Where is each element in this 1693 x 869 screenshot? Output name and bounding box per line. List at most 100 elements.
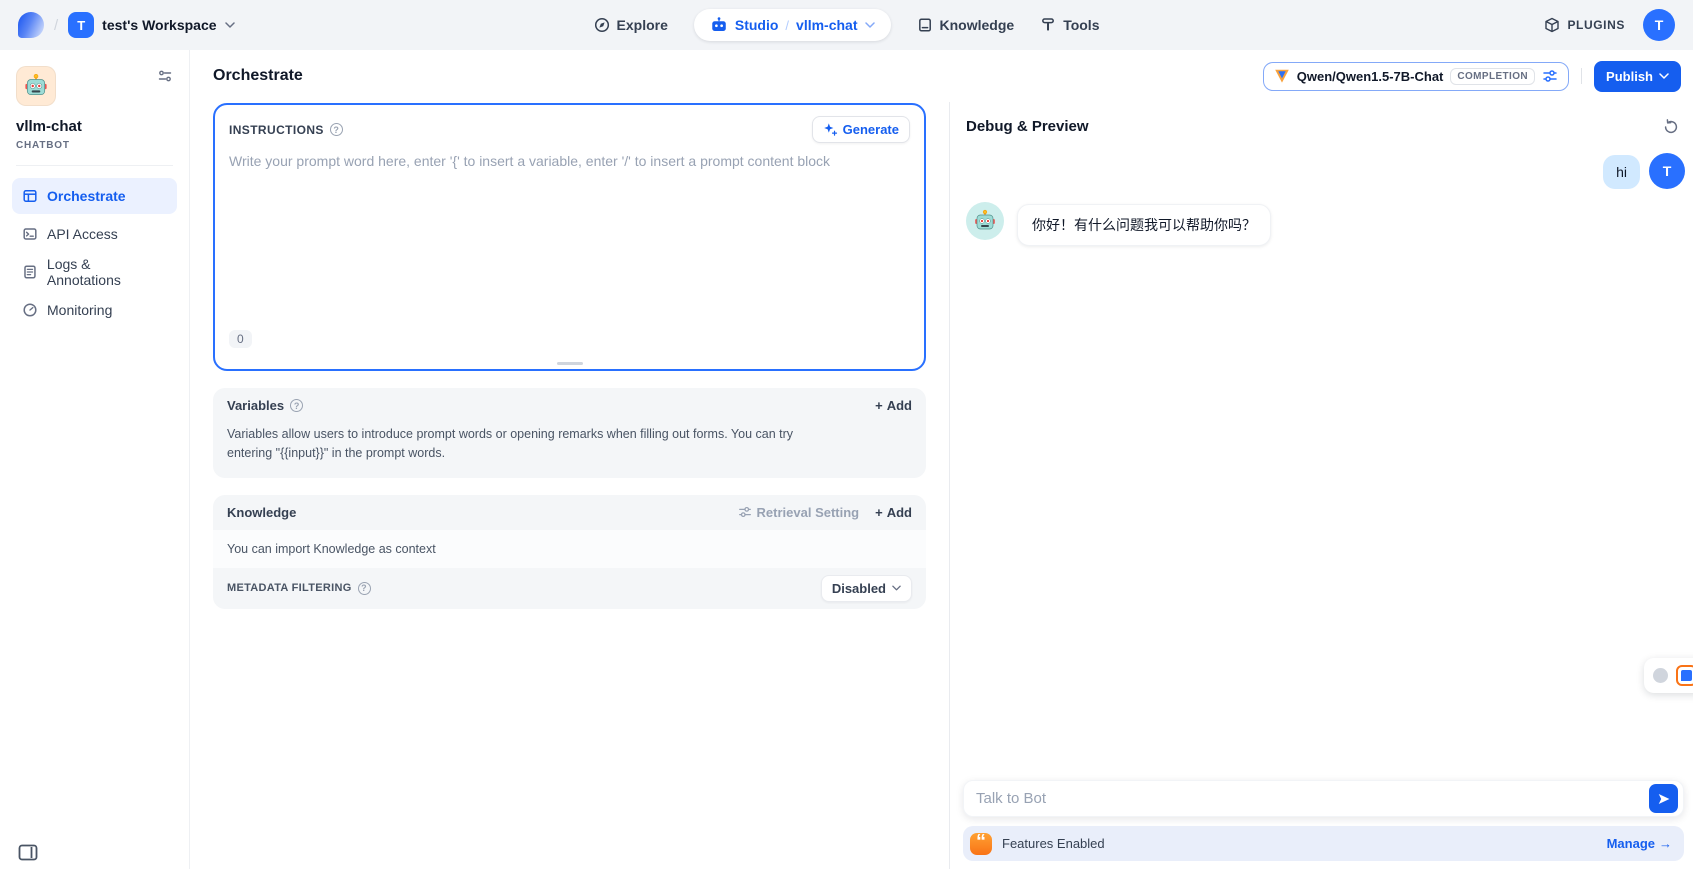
dify-logo[interactable] — [18, 12, 44, 38]
robot-icon — [23, 73, 49, 99]
nav-knowledge-label: Knowledge — [940, 17, 1015, 33]
retrieval-setting-button[interactable]: Retrieval Setting — [738, 505, 860, 520]
chat-input-box — [963, 780, 1684, 817]
cube-icon — [1544, 17, 1560, 33]
header-divider — [1581, 68, 1582, 84]
plugins-label: PLUGINS — [1567, 18, 1625, 32]
knowledge-icon — [917, 17, 933, 33]
app-settings-icon[interactable] — [157, 66, 173, 84]
model-name: Qwen/Qwen1.5-7B-Chat — [1297, 69, 1444, 84]
workspace-name: test's Workspace — [102, 17, 216, 33]
floating-widget[interactable] — [1644, 658, 1693, 693]
main-area: Orchestrate Qwen/Qwen1.5-7B-Chat COMPLET… — [190, 50, 1693, 869]
sidebar-item-label: Logs & Annotations — [47, 256, 167, 288]
sidebar-divider — [16, 165, 173, 166]
explore-icon — [594, 17, 610, 33]
bot-message-bubble: 你好！有什么问题我可以帮助你吗？ — [1017, 204, 1271, 246]
nav-knowledge[interactable]: Knowledge — [917, 17, 1015, 33]
document-icon — [22, 264, 38, 280]
metadata-filtering-select[interactable]: Disabled — [821, 575, 912, 602]
retrieval-setting-label: Retrieval Setting — [757, 505, 860, 520]
robot-icon — [973, 209, 997, 233]
add-variable-label: Add — [887, 398, 912, 413]
workspace-selector[interactable]: T test's Workspace — [68, 12, 234, 38]
restart-conversation-icon[interactable] — [1663, 119, 1679, 135]
terminal-icon — [22, 226, 38, 242]
collapse-panel-icon — [18, 844, 38, 861]
tools-icon — [1040, 17, 1056, 33]
app-icon[interactable] — [16, 66, 56, 106]
knowledge-title: Knowledge — [227, 505, 296, 520]
features-label: Features Enabled — [1002, 836, 1105, 851]
collapse-sidebar-button[interactable] — [18, 844, 38, 861]
clipped-widget-icon — [1676, 665, 1693, 686]
variables-title: Variables — [227, 398, 284, 413]
send-icon — [1657, 792, 1671, 806]
help-icon[interactable]: ? — [330, 123, 343, 136]
user-message-bubble: hi — [1603, 155, 1640, 189]
topbar: / T test's Workspace Explore Studio / — [0, 0, 1693, 50]
breadcrumb-separator: / — [54, 17, 58, 34]
orchestrate-column: INSTRUCTIONS ? Generate 0 — [190, 102, 950, 869]
user-message-avatar: T — [1649, 153, 1685, 189]
help-icon[interactable]: ? — [358, 582, 371, 595]
plugins-button[interactable]: PLUGINS — [1544, 17, 1625, 33]
variables-panel: Variables ? + Add Variables allow users … — [213, 388, 926, 478]
knowledge-panel: Knowledge Retrieval Setting + Add You ca… — [213, 495, 926, 609]
sidebar-item-label: API Access — [47, 226, 118, 242]
metadata-filtering-title: METADATA FILTERING — [227, 582, 352, 594]
add-variable-button[interactable]: + Add — [875, 398, 912, 413]
topbar-right: PLUGINS T — [1544, 9, 1675, 41]
topbar-left: / T test's Workspace — [18, 12, 235, 38]
app-sidebar: vllm-chat CHATBOT Orchestrate API Access — [0, 50, 190, 869]
generate-button[interactable]: Generate — [812, 116, 910, 143]
chat-input[interactable] — [976, 790, 1649, 807]
retrieval-settings-icon — [738, 505, 752, 519]
sidebar-item-label: Orchestrate — [47, 188, 126, 204]
model-mode-badge: COMPLETION — [1450, 68, 1535, 85]
topbar-nav: Explore Studio / vllm-chat Knowledge — [594, 0, 1100, 50]
user-avatar[interactable]: T — [1643, 9, 1675, 41]
add-knowledge-button[interactable]: + Add — [875, 505, 912, 520]
sidebar-item-api-access[interactable]: API Access — [12, 216, 177, 252]
chevron-down-icon — [865, 22, 875, 28]
resize-handle[interactable] — [557, 362, 583, 365]
page-title: Orchestrate — [213, 67, 303, 85]
sidebar-item-orchestrate[interactable]: Orchestrate — [12, 178, 177, 214]
manage-label: Manage — [1607, 836, 1655, 851]
prompt-textarea[interactable] — [229, 153, 910, 325]
features-icon: “ — [970, 833, 992, 855]
model-settings-icon[interactable] — [1542, 68, 1558, 84]
sparkle-icon — [823, 122, 838, 137]
variables-description: Variables allow users to introduce promp… — [213, 423, 853, 478]
generate-label: Generate — [843, 122, 899, 137]
sidebar-item-label: Monitoring — [47, 302, 112, 318]
send-button[interactable] — [1649, 784, 1678, 813]
sidebar-item-logs-annotations[interactable]: Logs & Annotations — [12, 254, 177, 290]
nav-app-label: vllm-chat — [796, 17, 857, 33]
sidebar-nav: Orchestrate API Access Logs & Annotation… — [0, 178, 189, 328]
sidebar-item-monitoring[interactable]: Monitoring — [12, 292, 177, 328]
robot-icon — [710, 16, 728, 34]
model-selector[interactable]: Qwen/Qwen1.5-7B-Chat COMPLETION — [1263, 62, 1569, 91]
help-icon[interactable]: ? — [290, 399, 303, 412]
gauge-icon — [22, 302, 38, 318]
plus-icon: + — [875, 398, 883, 413]
user-message-row: hi T — [966, 153, 1685, 189]
metadata-filtering-row: METADATA FILTERING ? Disabled — [213, 568, 926, 609]
manage-features-link[interactable]: Manage → — [1607, 836, 1672, 851]
nav-explore-label: Explore — [617, 17, 668, 33]
nav-separator: / — [785, 18, 789, 33]
plus-icon: + — [875, 505, 883, 520]
nav-tools[interactable]: Tools — [1040, 17, 1099, 33]
nav-studio-label: Studio — [735, 17, 779, 33]
main-header: Orchestrate Qwen/Qwen1.5-7B-Chat COMPLET… — [190, 50, 1693, 102]
publish-button[interactable]: Publish — [1594, 61, 1681, 92]
bot-message-avatar — [966, 202, 1004, 240]
workspace-avatar: T — [68, 12, 94, 38]
publish-label: Publish — [1606, 69, 1653, 84]
nav-explore[interactable]: Explore — [594, 17, 668, 33]
nav-studio-group[interactable]: Studio / vllm-chat — [694, 9, 891, 41]
features-bar: “ Features Enabled Manage → — [963, 826, 1684, 861]
chat-messages: hi T 你好！有什么问题我可以帮助你吗？ — [950, 145, 1693, 246]
